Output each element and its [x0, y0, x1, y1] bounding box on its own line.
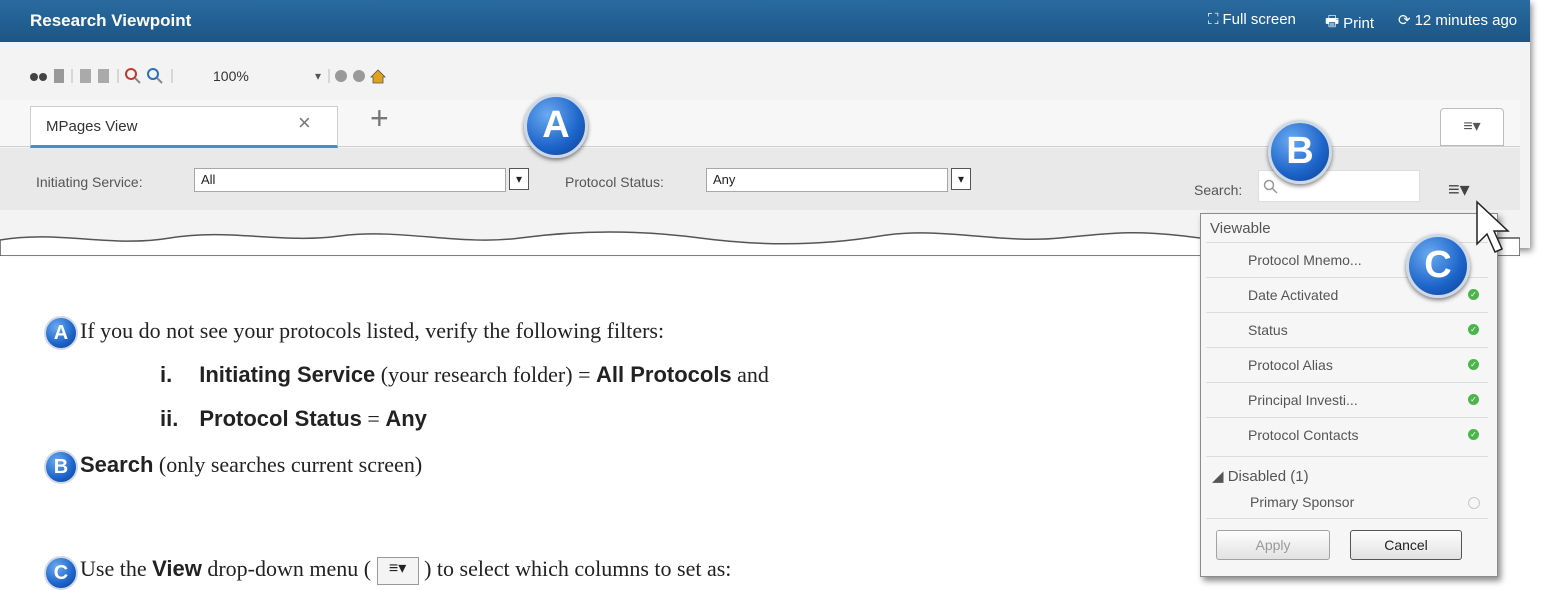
- instruction-ii-bold1: Protocol Status: [199, 406, 362, 431]
- list-num-i: i.: [160, 362, 173, 387]
- cancel-button[interactable]: Cancel: [1350, 530, 1462, 560]
- instruction-b-bold: Search: [80, 452, 154, 477]
- add-tab-button[interactable]: +: [370, 100, 389, 137]
- callout-b: B: [1268, 120, 1332, 184]
- refresh-button[interactable]: ⟳ 12 minutes ago: [1398, 11, 1518, 30]
- instruction-c-text2: drop-down menu (: [207, 556, 372, 581]
- instruction-i-bold2: All Protocols: [595, 362, 732, 387]
- callout-a-small: A: [44, 316, 78, 350]
- apply-button[interactable]: Apply: [1216, 530, 1330, 560]
- zoom-level[interactable]: 100%: [213, 68, 249, 84]
- view-menu-item-label: Protocol Mnemo...: [1248, 252, 1362, 268]
- instruction-ii: ii. Protocol Status = Any: [160, 406, 427, 432]
- check-icon: ✓: [1468, 359, 1479, 370]
- toolbar-icons-right: ▾: [315, 69, 386, 84]
- instruction-b: Search (only searches current screen): [80, 452, 422, 478]
- callout-b-small: B: [44, 450, 78, 484]
- zoom-dropdown-icon[interactable]: ▾: [315, 69, 321, 83]
- view-menu-item[interactable]: Protocol Contacts ✓: [1206, 417, 1488, 452]
- disabled-header[interactable]: ◢ Disabled (1): [1212, 467, 1309, 485]
- protocol-status-label: Protocol Status:: [565, 174, 664, 190]
- protocol-status-value: Any: [713, 172, 736, 187]
- instruction-b-text: (only searches current screen): [158, 452, 423, 477]
- instruction-c-bold: View: [152, 556, 202, 581]
- print-label: Print: [1343, 15, 1375, 32]
- empty-check-icon: [1468, 497, 1480, 509]
- view-menu-button[interactable]: ≡▾: [1448, 177, 1470, 202]
- check-icon: ✓: [1468, 324, 1479, 335]
- view-menu-icon: ≡▾: [376, 556, 419, 585]
- view-menu-item-label: Status: [1248, 322, 1288, 338]
- view-menu-item[interactable]: Principal Investi... ✓: [1206, 382, 1488, 417]
- fullscreen-button[interactable]: ⛶ Full screen: [1208, 11, 1296, 28]
- zoom-in-icon[interactable]: [147, 68, 163, 84]
- disabled-item-label[interactable]: Primary Sponsor: [1250, 494, 1354, 510]
- callout-c: C: [1406, 234, 1470, 298]
- disabled-header-label: Disabled (1): [1227, 468, 1309, 485]
- instruction-i: i. Initiating Service (your research fol…: [160, 362, 769, 388]
- check-icon: ✓: [1468, 394, 1479, 405]
- instruction-a: If you do not see your protocols listed,…: [80, 318, 665, 343]
- chevron-down-icon[interactable]: ▾: [951, 168, 971, 190]
- instruction-i-text1: (your research folder) =: [380, 362, 591, 387]
- page-icon[interactable]: [54, 69, 64, 83]
- viewable-header: Viewable: [1210, 220, 1271, 237]
- callout-a: A: [524, 94, 588, 158]
- tab-menu-button[interactable]: ≡▾: [1440, 108, 1504, 146]
- collapse-triangle-icon: ◢: [1212, 468, 1228, 485]
- title-bar: Research Viewpoint ⛶ Full screen 🖶 Print…: [0, 0, 1530, 42]
- hamburger-icon: ≡▾: [1463, 118, 1481, 135]
- instruction-i-text2: and: [737, 362, 769, 387]
- instruction-c: Use the View drop-down menu ( ≡▾ ) to se…: [80, 556, 731, 585]
- initiating-service-select[interactable]: All ▾: [194, 168, 529, 192]
- toolbar-icons: [30, 68, 173, 84]
- callout-c-small: C: [44, 556, 78, 590]
- instruction-c-text1: Use the: [80, 556, 147, 581]
- instruction-ii-bold2: Any: [385, 406, 427, 431]
- app-title: Research Viewpoint: [30, 11, 192, 30]
- back-page-icon[interactable]: [80, 69, 91, 83]
- back-icon[interactable]: [335, 70, 347, 82]
- view-menu-item-label: Principal Investi...: [1248, 392, 1358, 408]
- fullscreen-label: Full screen: [1222, 11, 1296, 28]
- search-icon: [1263, 179, 1278, 194]
- initiating-service-label: Initiating Service:: [36, 174, 143, 190]
- refresh-icon: ⟳: [1398, 12, 1411, 29]
- fullscreen-icon: ⛶: [1208, 11, 1219, 28]
- instruction-i-bold1: Initiating Service: [199, 362, 376, 387]
- divider: [1206, 518, 1488, 519]
- refresh-label: 12 minutes ago: [1414, 11, 1518, 29]
- view-menu-item-label: Protocol Contacts: [1248, 427, 1359, 443]
- instruction-ii-text1: =: [367, 406, 380, 431]
- instruction-c-text3: ) to select which columns to set as:: [424, 556, 732, 581]
- home-icon[interactable]: [370, 69, 386, 84]
- chevron-down-icon[interactable]: ▾: [509, 168, 529, 190]
- check-icon: ✓: [1468, 289, 1479, 300]
- view-menu-item[interactable]: Status ✓: [1206, 312, 1488, 347]
- check-icon: ✓: [1468, 429, 1479, 440]
- list-num-ii: ii.: [160, 406, 179, 431]
- divider: [1206, 456, 1488, 457]
- forward-icon[interactable]: [353, 70, 365, 82]
- tab-close-icon[interactable]: ×: [298, 110, 311, 136]
- initiating-service-value: All: [201, 172, 216, 187]
- tab-label: MPages View: [46, 118, 138, 135]
- binoculars-icon[interactable]: [30, 73, 47, 81]
- view-menu-item-label: Protocol Alias: [1248, 357, 1333, 373]
- view-menu-item-label: Date Activated: [1248, 287, 1339, 303]
- search-label: Search:: [1194, 182, 1243, 198]
- zoom-out-icon[interactable]: [125, 68, 141, 84]
- view-menu-item[interactable]: Protocol Alias ✓: [1206, 347, 1488, 382]
- mouse-cursor-icon: [1476, 200, 1510, 253]
- forward-page-icon[interactable]: [98, 69, 109, 83]
- print-button[interactable]: 🖶 Print: [1325, 11, 1374, 36]
- protocol-status-select[interactable]: Any ▾: [706, 168, 971, 192]
- print-icon: 🖶: [1325, 13, 1340, 30]
